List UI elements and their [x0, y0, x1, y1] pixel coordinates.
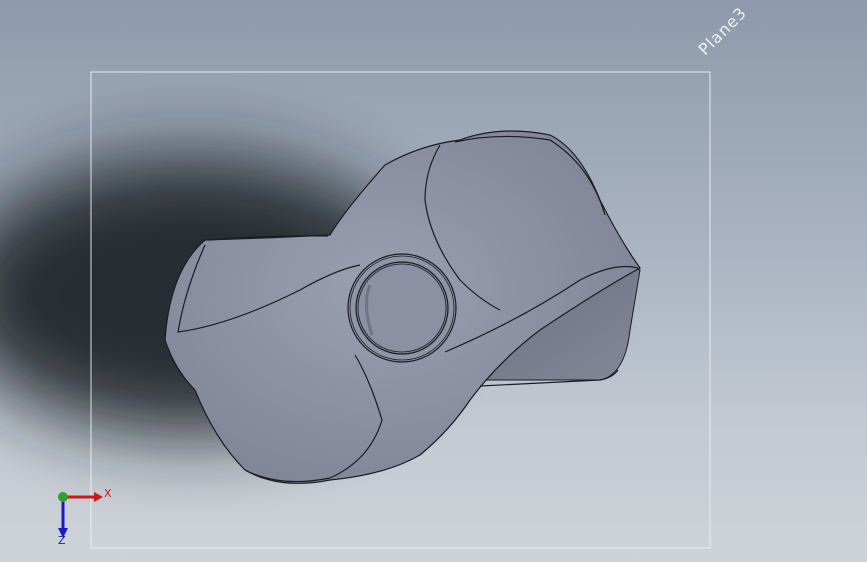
hole-boss[interactable]: [347, 253, 457, 363]
model-scene[interactable]: X Z: [0, 0, 867, 562]
triad-x-label: X: [104, 487, 112, 500]
triad-z-label: Z: [58, 534, 66, 547]
axis-triad[interactable]: X Z: [58, 487, 112, 547]
graphics-viewport[interactable]: X Z Plane3: [0, 0, 867, 562]
